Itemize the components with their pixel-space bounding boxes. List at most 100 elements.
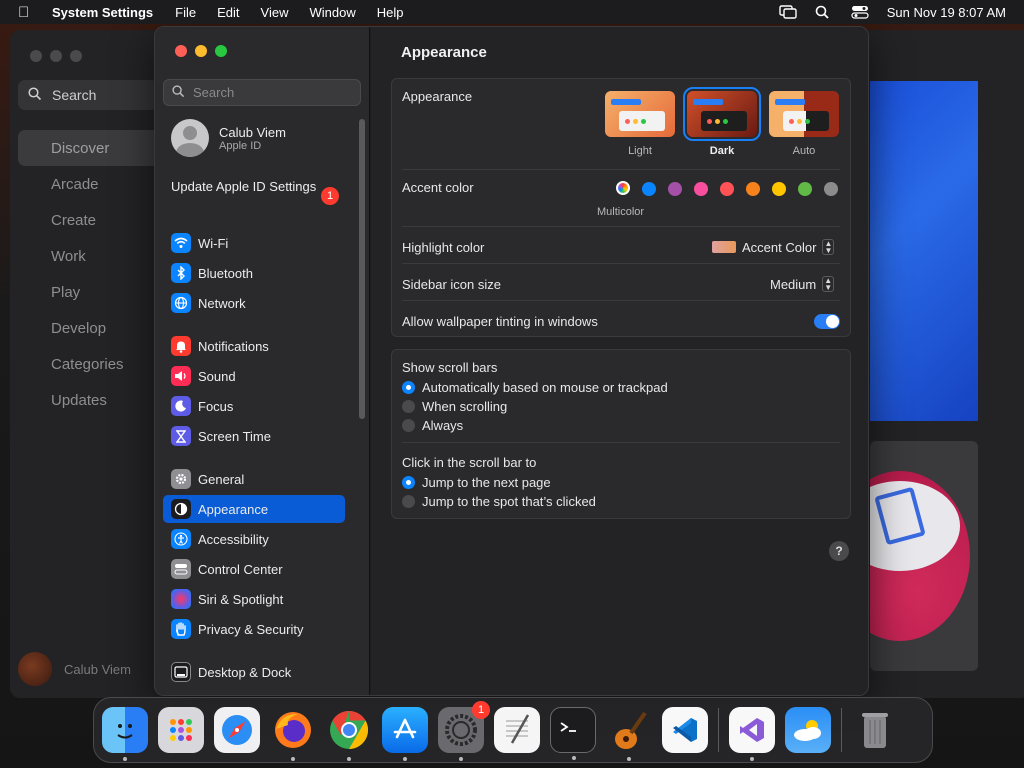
sidebar-item-focus[interactable]: Focus	[163, 392, 345, 420]
bg-nav-arcade[interactable]: Arcade	[18, 166, 163, 202]
bluetooth-icon	[171, 263, 191, 283]
sidebar-item-accessibility[interactable]: Accessibility	[163, 525, 345, 553]
accent-selected-caption: Multicolor	[597, 206, 645, 218]
menu-window[interactable]: Window	[309, 5, 355, 20]
sidebar-item-wifi[interactable]: Wi-Fi	[163, 229, 345, 257]
bg-nav-play[interactable]: Play	[18, 274, 163, 310]
bg-featured-card[interactable]	[870, 81, 978, 421]
scroll-bars-option-when-scrolling[interactable]: When scrolling	[402, 399, 507, 414]
sidebar-item-general[interactable]: General	[163, 465, 345, 493]
radio-button[interactable]	[402, 400, 415, 413]
bg-user-account[interactable]: Calub Viem	[18, 652, 131, 686]
bg-nav-categories[interactable]: Categories	[18, 346, 163, 382]
radio-button-selected[interactable]	[402, 381, 415, 394]
sidebar-item-control-center[interactable]: Control Center	[163, 555, 345, 583]
accent-swatch-yellow[interactable]	[772, 182, 786, 196]
accent-swatch-multicolor[interactable]	[616, 181, 630, 195]
minimize-button[interactable]	[195, 45, 207, 57]
wallpaper-tinting-toggle[interactable]	[814, 314, 840, 329]
sidebar-item-bluetooth[interactable]: Bluetooth	[163, 259, 345, 287]
control-center-icon[interactable]	[851, 5, 869, 19]
sidebar-item-label: Appearance	[198, 501, 269, 517]
appearance-option-dark[interactable]	[683, 87, 761, 141]
zoom-button[interactable]	[215, 45, 227, 57]
trash-icon[interactable]	[852, 707, 898, 753]
bg-search-field[interactable]: Search	[18, 80, 158, 110]
wifi-icon	[171, 233, 191, 253]
finder-icon[interactable]	[102, 707, 148, 761]
screen-mirroring-icon[interactable]	[779, 5, 797, 19]
sidebar-search-input[interactable]: Search	[163, 79, 361, 106]
terminal-icon[interactable]	[550, 707, 596, 760]
sidebar-item-network[interactable]: Network	[163, 289, 345, 317]
menu-help[interactable]: Help	[377, 5, 404, 20]
sidebar-item-privacy-security[interactable]: Privacy & Security	[163, 615, 345, 643]
sidebar-item-label: Accessibility	[198, 531, 269, 547]
spotlight-search-icon[interactable]	[815, 5, 833, 19]
visual-studio-icon[interactable]	[729, 707, 775, 761]
bg-nav-develop[interactable]: Develop	[18, 310, 163, 346]
bg-nav-updates[interactable]: Updates	[18, 382, 163, 418]
menu-file[interactable]: File	[175, 5, 196, 20]
sidebar-item-desktop-dock[interactable]: Desktop & Dock	[163, 658, 345, 686]
divider	[402, 300, 840, 301]
bg-nav-work[interactable]: Work	[18, 238, 163, 274]
bg-user-avatar	[18, 652, 52, 686]
appearance-option-auto[interactable]	[769, 91, 839, 137]
sidebar-item-label: Focus	[198, 398, 234, 414]
accent-swatch-green[interactable]	[798, 182, 812, 196]
sidebar-item-label: Sound	[198, 368, 236, 384]
firefox-icon[interactable]	[270, 707, 316, 761]
sidebar-icon-size-popup[interactable]: Medium ▲ ▼	[770, 276, 835, 292]
weather-icon[interactable]	[785, 707, 831, 753]
safari-icon[interactable]	[214, 707, 260, 753]
close-button[interactable]	[175, 45, 187, 57]
sidebar-item-screen-time[interactable]: Screen Time	[163, 422, 345, 450]
radio-button[interactable]	[402, 419, 415, 432]
accent-swatch-blue[interactable]	[642, 182, 656, 196]
apple-menu-icon[interactable]: 	[18, 4, 38, 21]
highlight-color-popup[interactable]: Accent Color ▲ ▼	[712, 239, 835, 255]
scroll-bars-option-always[interactable]: Always	[402, 418, 463, 433]
menu-view[interactable]: View	[261, 5, 289, 20]
update-apple-id-item[interactable]: Update Apple ID Settings	[171, 179, 341, 195]
textedit-icon[interactable]	[494, 707, 540, 753]
click-scroll-option-next-page[interactable]: Jump to the next page	[402, 475, 551, 490]
app-store-icon[interactable]	[382, 707, 428, 761]
profile-name: Calub Viem	[219, 124, 286, 140]
sidebar-item-siri-spotlight[interactable]: Siri & Spotlight	[163, 585, 345, 613]
radio-button-selected[interactable]	[402, 476, 415, 489]
highlight-swatch	[712, 241, 736, 253]
sidebar-item-notifications[interactable]: Notifications	[163, 332, 345, 360]
accent-swatch-graphite[interactable]	[824, 182, 838, 196]
apple-id-profile[interactable]: Calub Viem Apple ID	[171, 119, 286, 157]
menu-app-name[interactable]: System Settings	[52, 5, 153, 20]
menu-edit[interactable]: Edit	[217, 5, 239, 20]
appearance-option-light[interactable]	[605, 91, 675, 137]
radio-label: Jump to the next page	[422, 475, 551, 490]
chrome-icon[interactable]	[326, 707, 372, 761]
system-settings-icon[interactable]: 1	[438, 701, 490, 761]
vscode-icon[interactable]	[662, 707, 708, 753]
bg-nav-discover[interactable]: Discover	[18, 130, 163, 166]
accent-swatch-pink[interactable]	[694, 182, 708, 196]
menu-clock[interactable]: Sun Nov 19 8:07 AM	[887, 5, 1006, 20]
speaker-icon	[171, 366, 191, 386]
accent-swatch-red[interactable]	[720, 182, 734, 196]
radio-label: Automatically based on mouse or trackpad	[422, 380, 668, 395]
sidebar-scrollbar[interactable]	[359, 119, 365, 419]
accent-swatch-purple[interactable]	[668, 182, 682, 196]
hand-icon	[171, 619, 191, 639]
sidebar-item-appearance[interactable]: Appearance	[163, 495, 345, 523]
radio-button[interactable]	[402, 495, 415, 508]
garageband-icon[interactable]	[606, 707, 652, 761]
click-scroll-option-spot-clicked[interactable]: Jump to the spot that’s clicked	[402, 494, 596, 509]
bg-app-card[interactable]	[870, 441, 978, 671]
launchpad-icon[interactable]	[158, 707, 204, 753]
scroll-bars-option-automatic[interactable]: Automatically based on mouse or trackpad	[402, 380, 668, 395]
help-button[interactable]: ?	[829, 541, 849, 561]
bg-nav-create[interactable]: Create	[18, 202, 163, 238]
divider	[402, 442, 840, 443]
accent-swatch-orange[interactable]	[746, 182, 760, 196]
sidebar-item-sound[interactable]: Sound	[163, 362, 345, 390]
